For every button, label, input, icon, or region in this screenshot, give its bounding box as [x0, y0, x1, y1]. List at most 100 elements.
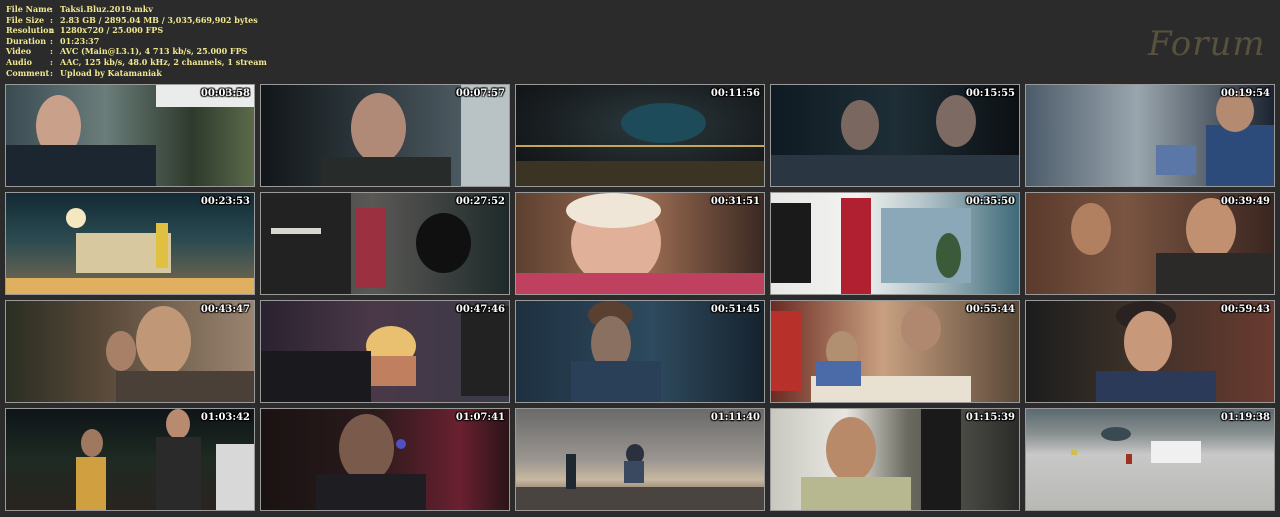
thumbnail-boy-on-phone-blue: 00:51:45 [515, 300, 765, 403]
info-value: AAC, 125 kb/s, 48.0 kHz, 2 channels, 1 s… [60, 56, 267, 67]
scene-shape [801, 477, 911, 510]
timestamp-label: 00:39:49 [1220, 196, 1270, 207]
scene-shape [1071, 449, 1077, 455]
scene-shape [371, 356, 416, 386]
scene-shape [621, 103, 706, 143]
thumbnail-boy-with-flyers: 00:19:54 [1025, 84, 1275, 187]
scene-shape [136, 306, 191, 376]
timestamp-label: 00:27:52 [455, 196, 505, 207]
info-value: 2.83 GB / 2895.04 MB / 3,035,669,902 byt… [60, 14, 258, 25]
scene-shape [66, 208, 86, 228]
timestamp-label: 00:11:56 [710, 88, 760, 99]
forum-watermark: Forum [1148, 24, 1266, 64]
info-key: Audio [6, 56, 32, 67]
thumbnail-car-door-shop: 00:35:50 [770, 192, 1020, 295]
scene-shape [1186, 198, 1236, 260]
timestamp-label: 00:15:55 [965, 88, 1015, 99]
info-key: Video [6, 46, 32, 57]
timestamp-label: 00:43:47 [200, 304, 250, 315]
scene-shape [321, 157, 451, 186]
scene-shape [166, 409, 190, 439]
thumbnail-man-red-light: 01:07:41 [260, 408, 510, 511]
scene-shape [624, 461, 644, 483]
thumbnail-man-driving-smile: 01:15:39 [770, 408, 1020, 511]
scene-shape [106, 331, 136, 371]
scene-shape [396, 439, 406, 449]
scene-shape [1156, 253, 1274, 294]
info-key: File Size [6, 14, 45, 25]
scene-shape [6, 145, 156, 186]
scene-shape [921, 409, 961, 510]
thumbnail-boy-on-rocks-sunset: 01:11:40 [515, 408, 765, 511]
timestamp-label: 00:03:58 [200, 88, 250, 99]
timestamp-label: 01:07:41 [455, 412, 505, 423]
scene-shape [771, 203, 811, 283]
timestamp-label: 00:59:43 [1220, 304, 1270, 315]
thumbnail-driver-and-boy: 00:39:49 [1025, 192, 1275, 295]
timestamp-label: 01:03:42 [200, 412, 250, 423]
thumbnail-dark-car-interior: 00:15:55 [770, 84, 1020, 187]
thumbnail-aerial-roundabout-night: 00:11:56 [515, 84, 765, 187]
thumbnail-kitchen-cable: 00:27:52 [260, 192, 510, 295]
scene-shape [1071, 203, 1111, 255]
timestamp-label: 01:19:38 [1220, 412, 1270, 423]
scene-shape [461, 85, 509, 186]
timestamp-label: 00:47:46 [455, 304, 505, 315]
thumbnail-woman-shocked-car: 00:59:43 [1025, 300, 1275, 403]
info-key: Comment [6, 67, 50, 78]
scene-shape [156, 437, 201, 510]
scene-shape [116, 371, 254, 402]
scene-shape [356, 208, 386, 288]
info-value: Taksi.Bluz.2019.mkv [60, 4, 153, 14]
timestamp-label: 00:51:45 [710, 304, 760, 315]
thumbnail-man-driving-car: 00:03:58 [5, 84, 255, 187]
info-row: Resolution : 1280x720 / 25.000 FPS [6, 25, 164, 36]
scene-shape [216, 444, 254, 510]
scene-shape [6, 278, 254, 294]
scene-shape [1206, 125, 1274, 186]
scene-shape [566, 193, 661, 228]
scene-shape [261, 351, 371, 402]
scene-shape [901, 306, 941, 351]
info-row: Comment : Upload by Katamaniak [6, 67, 162, 78]
info-row: File Size : 2.83 GB / 2895.04 MB / 3,035… [6, 14, 258, 25]
scene-shape [339, 414, 394, 482]
scene-shape [1151, 441, 1201, 463]
scene-shape [416, 213, 471, 273]
scene-shape [516, 487, 764, 510]
scene-shape [516, 273, 764, 294]
scene-shape [1126, 454, 1132, 464]
scene-shape [81, 429, 103, 457]
thumbnail-driver-boy-car: 00:43:47 [5, 300, 255, 403]
info-row: Video : AVC (Main@L3.1), 4 713 kb/s, 25.… [6, 46, 248, 57]
scene-shape [936, 233, 961, 278]
timestamp-label: 01:11:40 [710, 412, 760, 423]
scene-shape [261, 193, 351, 294]
info-row: Audio : AAC, 125 kb/s, 48.0 kHz, 2 chann… [6, 56, 267, 67]
scene-shape [936, 95, 976, 147]
thumbnail-couple-night-street: 01:03:42 [5, 408, 255, 511]
timestamp-label: 01:15:39 [965, 412, 1015, 423]
scene-shape [816, 361, 861, 386]
info-key: Resolution [6, 25, 55, 36]
info-value: 01:23:37 [60, 35, 100, 46]
scene-shape [1096, 371, 1216, 402]
scene-shape [771, 311, 801, 391]
file-info-panel: File Name : Taksi.Bluz.2019.mkv File Siz… [6, 4, 267, 78]
timestamp-label: 00:35:50 [965, 196, 1015, 207]
scene-shape [841, 198, 871, 294]
thumbnail-street-night-taxi: 00:23:53 [5, 192, 255, 295]
scene-shape [156, 223, 168, 268]
timestamp-label: 00:23:53 [200, 196, 250, 207]
info-row: File Name : Taksi.Bluz.2019.mkv [6, 4, 153, 14]
scene-shape [271, 228, 321, 234]
thumbnail-woman-phone-room: 00:47:46 [260, 300, 510, 403]
scene-shape [516, 145, 764, 147]
info-value: Upload by Katamaniak [60, 67, 162, 78]
timestamp-label: 00:07:57 [455, 88, 505, 99]
info-value: AVC (Main@L3.1), 4 713 kb/s, 25.000 FPS [60, 46, 248, 57]
scene-shape [516, 161, 764, 186]
scene-shape [1101, 427, 1131, 441]
scene-shape [76, 457, 106, 510]
scene-shape [1124, 311, 1172, 373]
